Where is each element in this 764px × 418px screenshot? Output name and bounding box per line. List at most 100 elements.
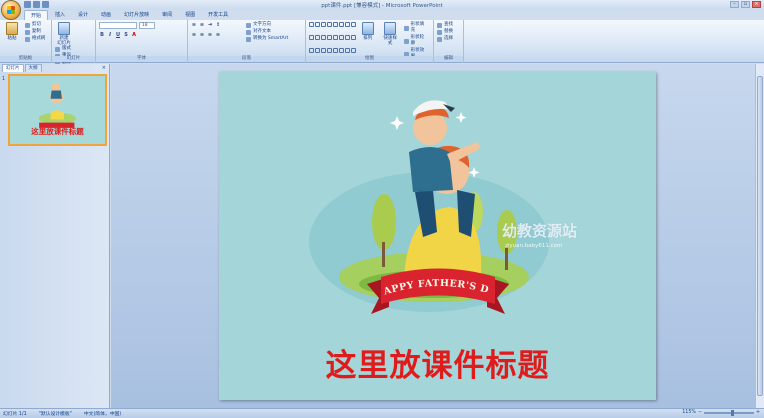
group-label: 编辑 [434, 56, 463, 62]
indent-button[interactable]: ⇥ [207, 22, 213, 28]
ribbon: 粘贴 剪切 复制 格式刷 剪贴板 新建 幻灯片 版式 重设 删除 幻灯片 18 … [0, 20, 764, 66]
tab-design[interactable]: 设计 [72, 10, 94, 20]
zoom-out-icon[interactable]: − [698, 410, 702, 415]
group-clipboard: 粘贴 剪切 复制 格式刷 剪贴板 [0, 20, 52, 63]
group-slides: 新建 幻灯片 版式 重设 删除 幻灯片 [52, 20, 96, 66]
align-center-button[interactable]: ≡ [199, 32, 205, 38]
tab-slides-pane[interactable]: 幻灯片 [2, 64, 24, 72]
format-painter-button[interactable]: 格式刷 [24, 36, 45, 42]
align-text-button[interactable]: 对齐文本 [246, 29, 288, 35]
zoom-in-icon[interactable]: + [756, 410, 760, 415]
minimize-button[interactable]: – [730, 1, 739, 8]
arrange-button[interactable]: 排列 [359, 22, 376, 60]
text-direction-button[interactable]: 文字方向 [246, 22, 288, 28]
replace-icon [437, 29, 442, 35]
tab-home[interactable]: 开始 [24, 10, 49, 20]
undo-icon[interactable] [33, 1, 40, 8]
group-font: 18 B I U S A 字体 [96, 20, 188, 63]
close-button[interactable]: × [752, 1, 761, 8]
language-status: 中文(简体，中国) [83, 412, 122, 417]
tab-slideshow[interactable]: 幻灯片放映 [118, 10, 155, 20]
redo-icon[interactable] [42, 1, 49, 8]
slide-position: 幻灯片 1/1 [3, 412, 27, 417]
layout-button[interactable]: 版式 [55, 46, 71, 52]
vertical-scrollbar[interactable] [755, 64, 764, 408]
tab-view[interactable]: 视图 [179, 10, 201, 20]
find-button[interactable]: 查找 [437, 22, 453, 28]
select-icon [437, 36, 442, 42]
slide[interactable]: HAPPY FATHER'S DAY 幼教资源站 ziyuan.baby611.… [219, 72, 656, 400]
watermark-text: 幼教资源站 [502, 222, 578, 240]
font-size-combo[interactable]: 18 [138, 22, 155, 29]
scissors-icon [24, 22, 30, 28]
strike-button[interactable]: S [123, 32, 129, 38]
title-bar: ppt课件.ppt [兼容模式] - Microsoft PowerPoint … [0, 0, 764, 10]
new-slide-button[interactable]: 新建 幻灯片 [55, 22, 73, 46]
tab-insert[interactable]: 插入 [49, 10, 71, 20]
replace-button[interactable]: 替换 [437, 29, 453, 35]
font-color-button[interactable]: A [131, 32, 137, 38]
window-controls: – ▫ × [730, 1, 761, 8]
theme-name: "默认设计模板" [38, 412, 72, 417]
slide-editor: HAPPY FATHER'S DAY 幼教资源站 ziyuan.baby611.… [111, 64, 764, 408]
ribbon-tabs: 开始 插入 设计 动画 幻灯片放映 审阅 视图 开发工具 [24, 10, 234, 20]
close-pane-icon[interactable]: × [102, 65, 106, 71]
window-title: ppt课件.ppt [兼容模式] - Microsoft PowerPoint [321, 3, 443, 9]
copy-button[interactable]: 复制 [24, 29, 46, 35]
banner-text: HAPPY FATHER'S DAY [219, 72, 490, 298]
font-name-combo[interactable] [99, 22, 137, 29]
thumbnail-title: 这里放课件标题 [31, 127, 84, 136]
pen-icon [403, 38, 409, 44]
group-label: 字体 [96, 56, 187, 62]
layout-icon [55, 46, 60, 52]
quick-access-toolbar [24, 1, 49, 8]
line-spacing-button[interactable]: ↕ [215, 22, 221, 28]
zoom-control: 115% − + [682, 409, 760, 416]
zoom-slider-knob[interactable] [730, 409, 734, 416]
bullets-button[interactable]: ≡ [191, 22, 197, 28]
italic-button[interactable]: I [107, 32, 113, 38]
status-bar: 幻灯片 1/1 "默认设计模板" 中文(简体，中国) 115% − + [0, 408, 764, 418]
cut-button[interactable]: 剪切 [24, 22, 46, 28]
numbering-button[interactable]: ≡ [199, 22, 205, 28]
scrollbar-thumb[interactable] [757, 76, 763, 396]
pane-tabs: 幻灯片 大纲 [0, 64, 109, 72]
quick-styles-button[interactable]: 快速样式 [381, 22, 398, 60]
slide-title[interactable]: 这里放课件标题 [219, 340, 656, 385]
fill-bucket-icon [403, 25, 409, 31]
group-label: 剪贴板 [0, 56, 51, 62]
zoom-level[interactable]: 115% [682, 410, 696, 415]
arrange-icon [361, 22, 374, 35]
group-paragraph: ≡ ≡ ⇥ ↕ ≡ ≡ ≡ ≡ 文字方向 对齐文本 转换为 SmartArt 段… [188, 20, 306, 63]
tab-outline-pane[interactable]: 大纲 [24, 64, 42, 72]
tab-developer[interactable]: 开发工具 [202, 10, 234, 20]
paste-button[interactable]: 粘贴 [3, 22, 21, 41]
quick-styles-icon [384, 22, 397, 35]
shape-fill-button[interactable]: 形状填充 [403, 22, 428, 34]
align-text-icon [246, 29, 251, 35]
brush-icon [24, 36, 30, 42]
save-icon[interactable] [24, 1, 31, 8]
smartart-button[interactable]: 转换为 SmartArt [246, 36, 288, 42]
office-logo-icon [7, 6, 15, 14]
new-slide-icon [58, 22, 70, 35]
office-button[interactable] [1, 0, 21, 20]
group-label: 幻灯片 [52, 56, 95, 62]
shapes-gallery[interactable] [309, 22, 356, 60]
bold-button[interactable]: B [99, 32, 105, 38]
text-direction-icon [246, 22, 251, 28]
underline-button[interactable]: U [115, 32, 121, 38]
align-left-button[interactable]: ≡ [191, 32, 197, 38]
group-drawing: 排列 快速样式 形状填充 形状轮廓 形状效果 绘图 [306, 20, 434, 63]
smartart-icon [246, 36, 251, 42]
select-button[interactable]: 选择 [437, 36, 453, 42]
tab-animations[interactable]: 动画 [95, 10, 117, 20]
justify-button[interactable]: ≡ [215, 32, 221, 38]
paste-icon [6, 22, 18, 35]
shape-outline-button[interactable]: 形状轮廓 [403, 35, 428, 47]
zoom-slider[interactable] [703, 409, 754, 416]
restore-button[interactable]: ▫ [741, 1, 750, 8]
tab-review[interactable]: 审阅 [156, 10, 178, 20]
align-right-button[interactable]: ≡ [207, 32, 213, 38]
slide-thumbnail[interactable]: 这里放课件标题 [8, 74, 107, 146]
